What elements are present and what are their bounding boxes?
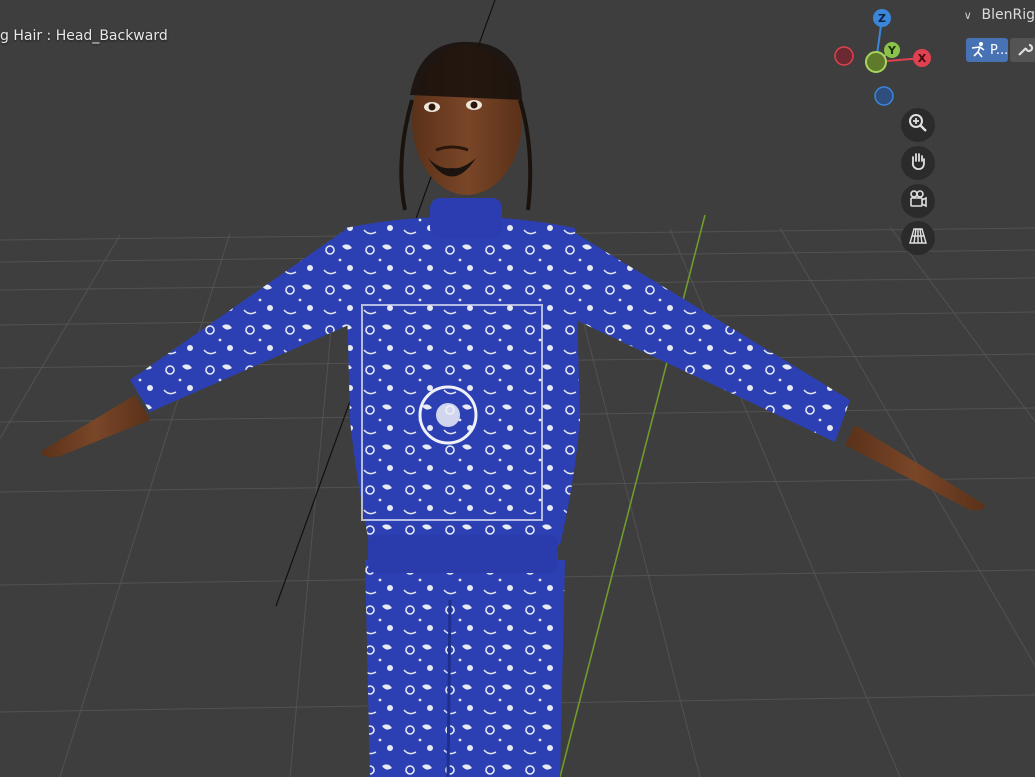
pan-button[interactable] (901, 146, 935, 180)
hand-pan-icon (908, 151, 928, 175)
gizmo-neg-z (874, 86, 894, 106)
svg-text:Z: Z (878, 12, 886, 25)
3d-viewport[interactable]: g Hair : Head_Backward ∨ BlenRig P... Z … (0, 0, 1035, 777)
scene-render (0, 0, 1035, 777)
gizmo-neg-x (834, 46, 854, 66)
active-bone-label: g Hair : Head_Backward (0, 28, 168, 44)
tab-tool[interactable] (1010, 38, 1035, 62)
svg-text:Y: Y (887, 44, 897, 57)
navigation-gizmo[interactable]: Z Y X (834, 6, 938, 110)
character-model (40, 41, 985, 777)
panel-title: BlenRig (981, 7, 1035, 23)
panel-header-blenrig[interactable]: ∨ BlenRig (960, 0, 1035, 30)
svg-text:X: X (918, 52, 927, 65)
gizmo-neg-y (865, 51, 887, 73)
wrench-icon (1015, 41, 1034, 59)
zoom-button[interactable] (901, 108, 935, 142)
camera-view-icon (908, 189, 928, 213)
zoom-icon (908, 113, 928, 137)
tab-pose-label: P... (990, 42, 1009, 58)
chevron-down-icon: ∨ (963, 8, 972, 22)
armature-pose-icon (970, 41, 988, 59)
panel-tabs: P... (966, 38, 1035, 62)
perspective-grid-icon (908, 226, 928, 250)
perspective-toggle-button[interactable] (901, 221, 935, 255)
camera-view-button[interactable] (901, 184, 935, 218)
tab-pose[interactable]: P... (966, 38, 1008, 62)
